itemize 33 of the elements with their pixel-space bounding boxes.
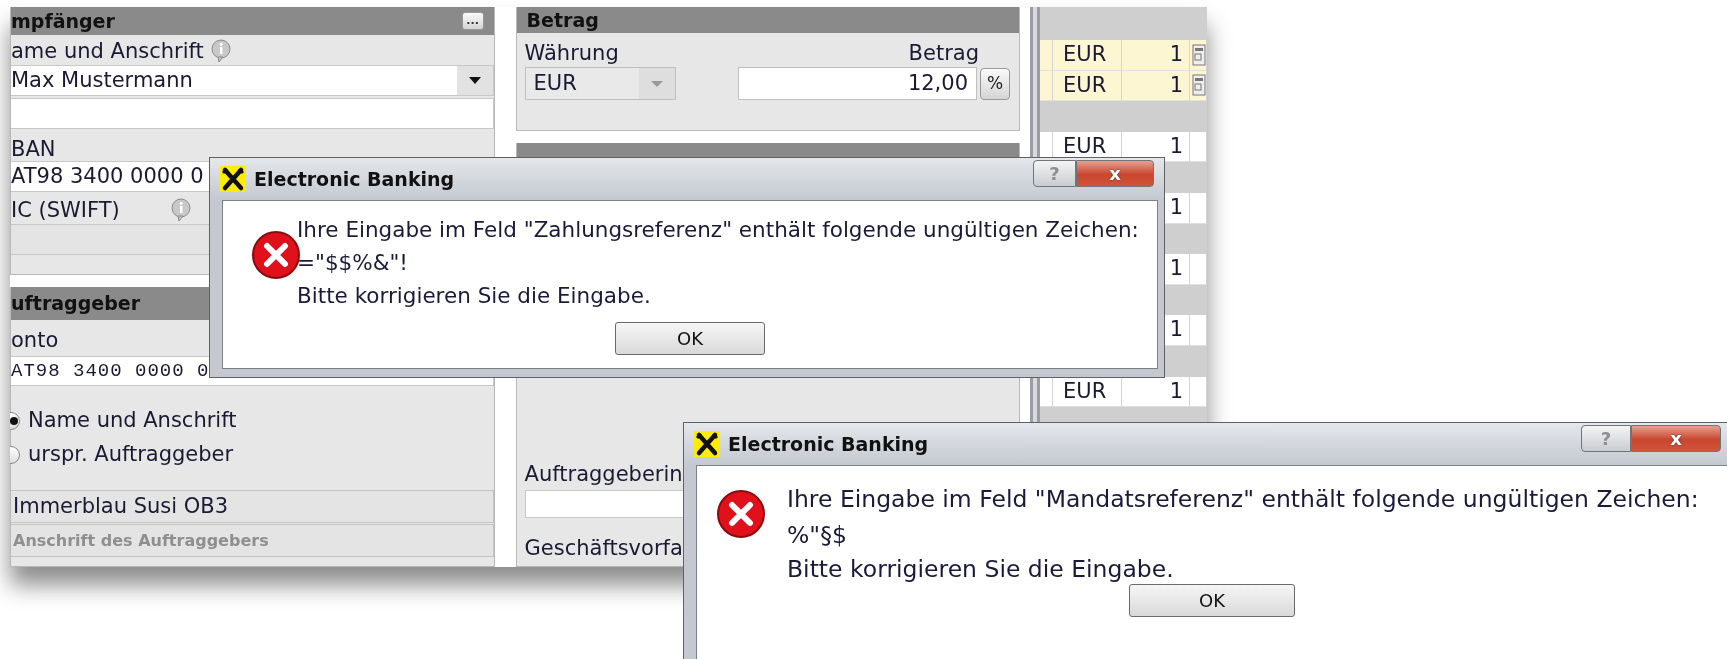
- table-cell-text: 1: [1169, 41, 1183, 69]
- table-cell-text: 1: [1169, 194, 1183, 221]
- table-cell-text: 1: [1169, 255, 1183, 283]
- table-cell-text: 1: [1169, 316, 1183, 344]
- message-text: ="$$%&"!: [297, 249, 408, 277]
- message-text: Bitte korrigieren Sie die Eingabe.: [787, 554, 1174, 585]
- field-label: ame und Anschrift: [11, 39, 204, 63]
- window-title: Electronic Banking: [728, 431, 929, 457]
- table-cell-text: 1: [1169, 71, 1183, 99]
- table-cell-text: EUR: [1063, 71, 1107, 99]
- placeholder-text: Anschrift des Auftraggebers: [13, 529, 269, 552]
- field-label: IC (SWIFT): [11, 198, 120, 222]
- message-text: Ihre Eingabe im Feld "Mandatsreferenz" enthält folgende ungültigen Zeichen:: [787, 484, 1699, 515]
- field-label: BAN: [11, 137, 57, 161]
- field-label: Auftraggeberin: [523, 462, 684, 486]
- table-cell-text: EUR: [1063, 377, 1107, 405]
- field-label: onto: [11, 328, 60, 352]
- message-text: Bitte korrigieren Sie die Eingabe.: [297, 282, 651, 310]
- panel-title: mpfänger: [11, 8, 115, 34]
- panel-title: Betrag: [526, 7, 599, 33]
- radio-label: urspr. Auftraggeber: [28, 441, 234, 469]
- message-text: %"§$: [787, 520, 847, 551]
- panel-title: uftraggeber: [11, 291, 140, 317]
- field-label: Betrag: [908, 41, 979, 65]
- table-cell-text: 1: [1169, 377, 1183, 405]
- table-cell-text: EUR: [1063, 132, 1107, 160]
- message-text: Ihre Eingabe im Feld "Zahlungsreferenz" enthält folgende ungültigen Zeichen:: [297, 216, 1139, 244]
- field-label: Währung: [524, 41, 619, 65]
- window-title: Electronic Banking: [254, 166, 455, 192]
- radio-label: Name und Anschrift: [28, 407, 237, 435]
- field-label: Geschäftsvorfa: [523, 536, 684, 560]
- table-cell-text: 1: [1169, 132, 1183, 160]
- table-cell-text: EUR: [1063, 41, 1107, 69]
